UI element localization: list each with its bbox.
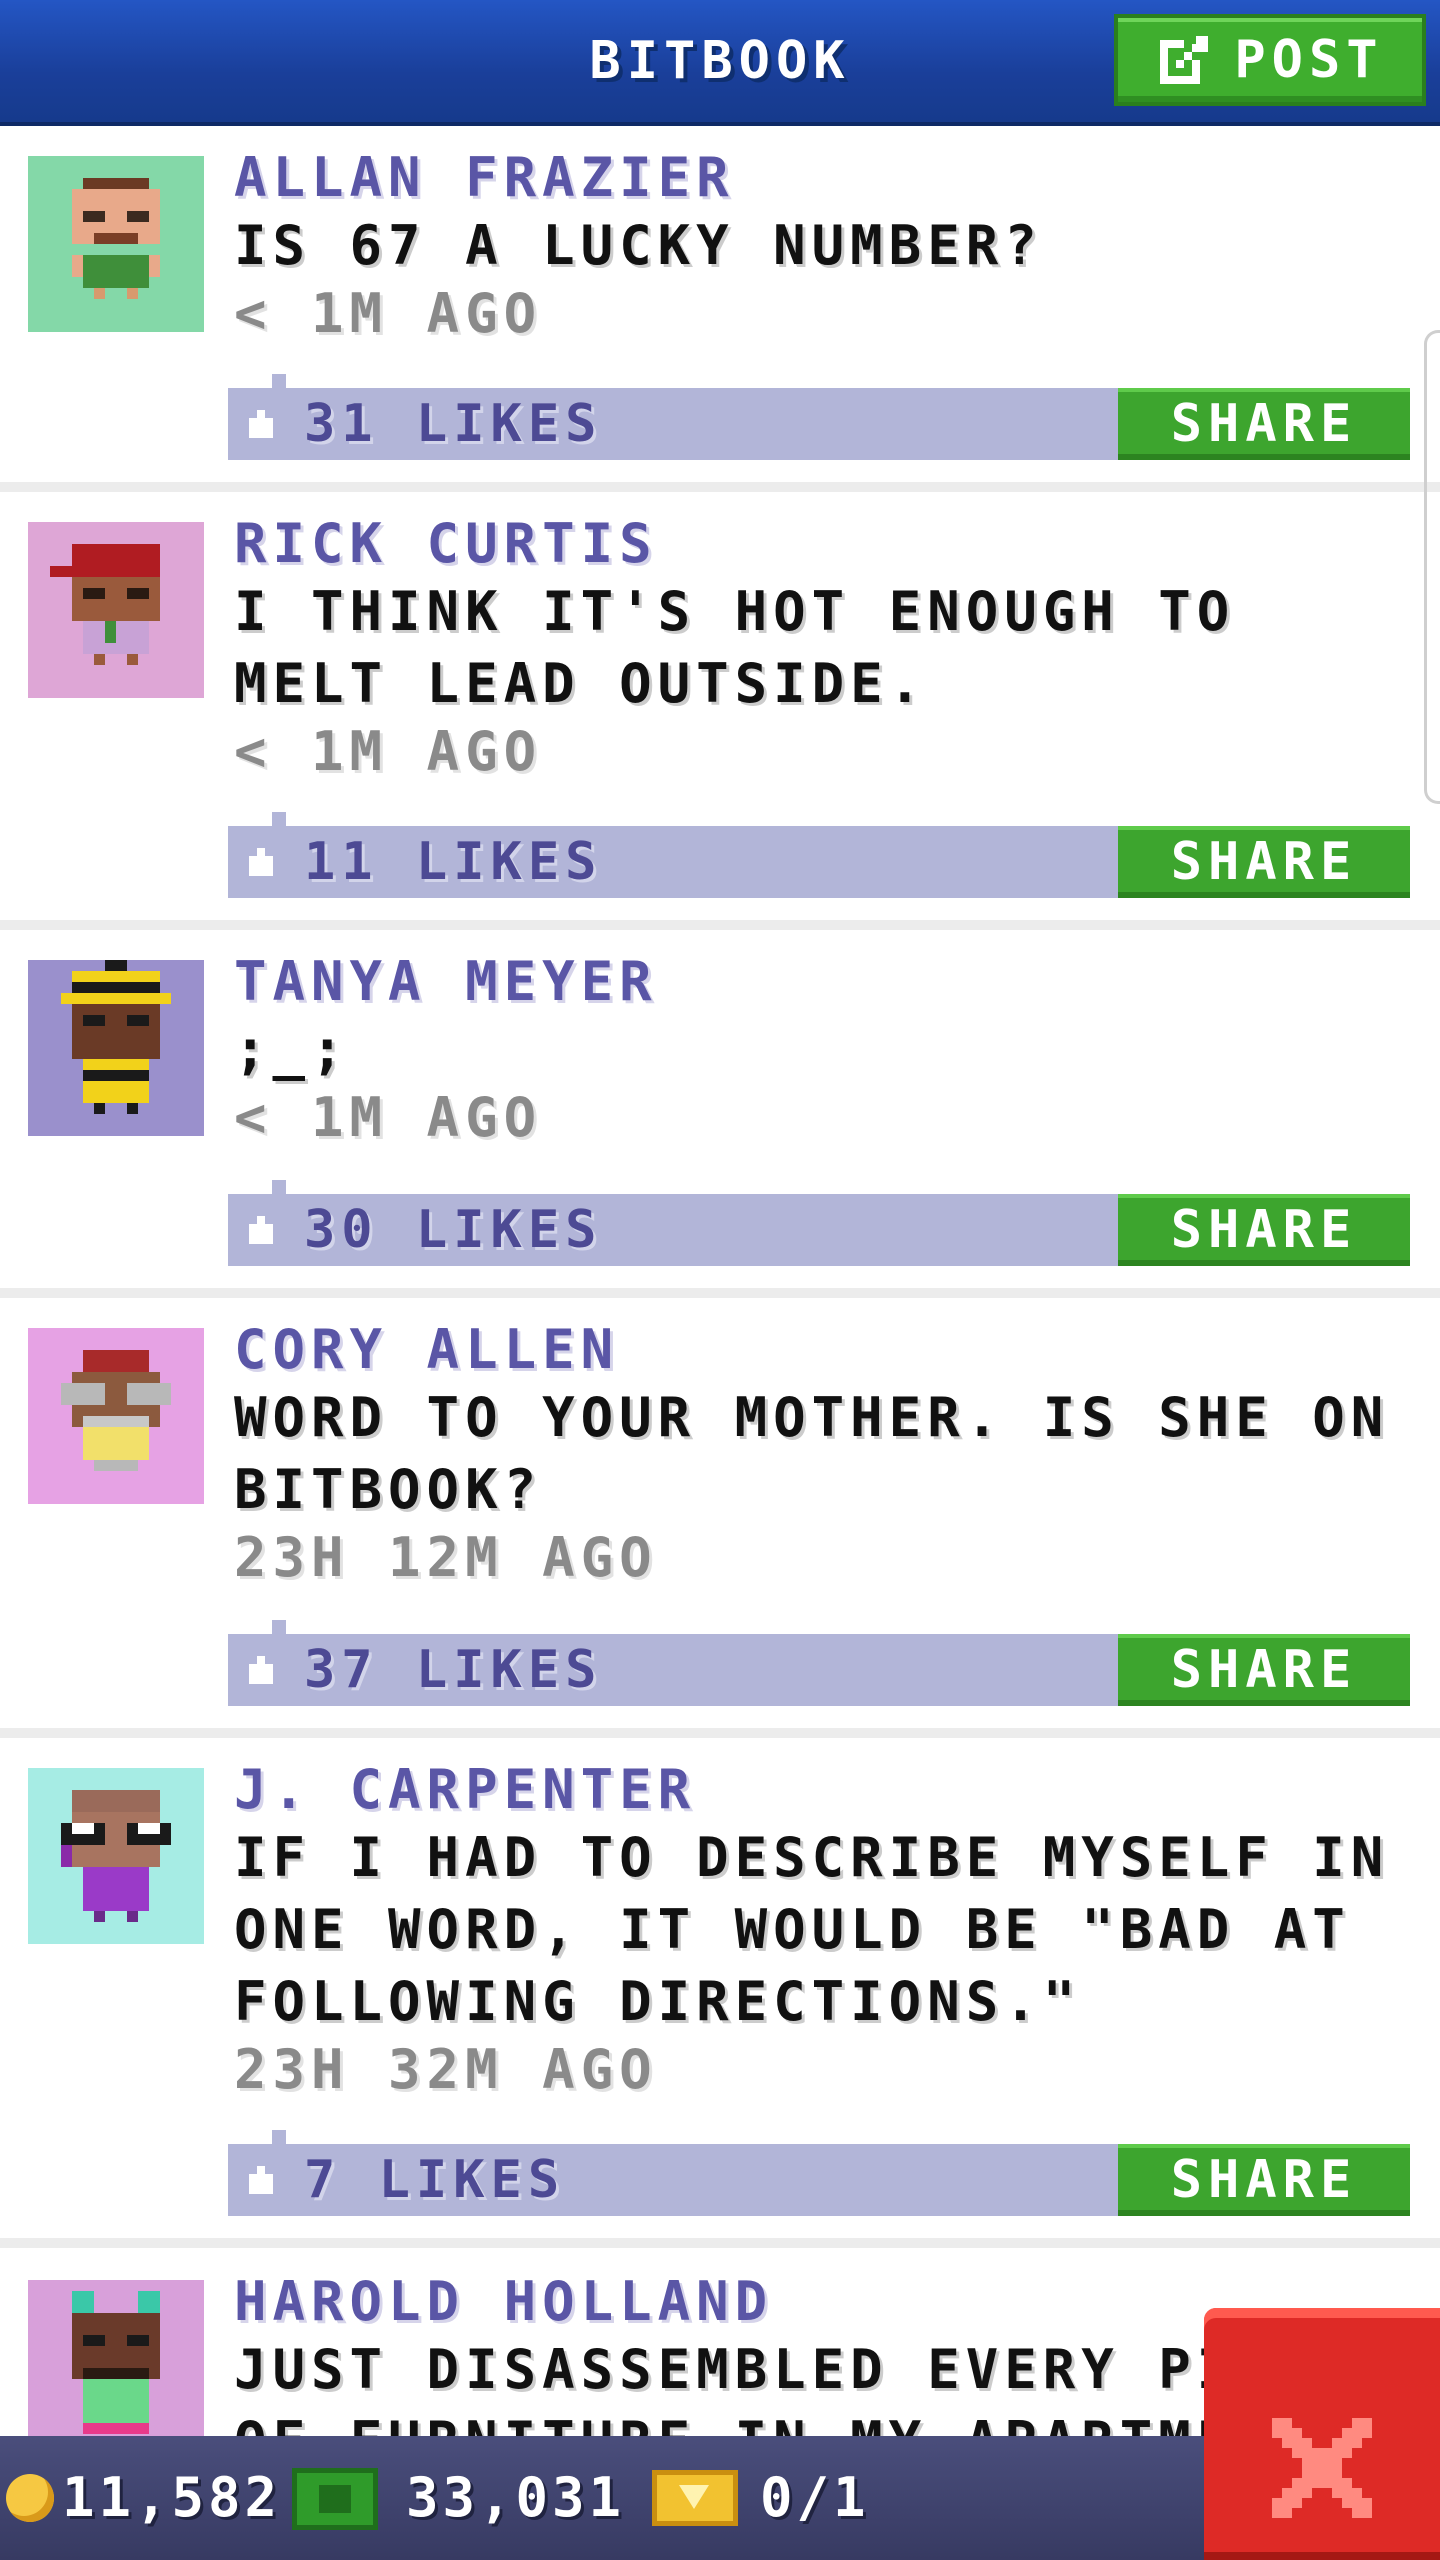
- feed-post: RICK CURTIS I THINK IT'S HOT ENOUGH TO M…: [0, 492, 1440, 930]
- scrollbar[interactable]: [1424, 330, 1440, 804]
- like-bar-tab: [272, 2130, 286, 2144]
- post-feed[interactable]: ALLAN FRAZIER IS 67 A LUCKY NUMBER? < 1M…: [0, 126, 1440, 2436]
- vip-count: 0/1: [760, 2466, 870, 2529]
- avatar[interactable]: [28, 1768, 204, 1944]
- avatar[interactable]: [28, 1328, 204, 1504]
- post-time: < 1M AGO: [234, 1086, 543, 1149]
- compose-icon: [1160, 36, 1209, 84]
- avatar[interactable]: [28, 522, 204, 698]
- coin-icon: [6, 2474, 54, 2522]
- post-message: IF I HAD TO DESCRIBE MYSELF IN ONE WORD,…: [234, 1826, 1390, 2033]
- post-message: IS 67 A LUCKY NUMBER?: [234, 214, 1043, 277]
- avatar[interactable]: [28, 960, 204, 1136]
- post-message: ;_;: [234, 1018, 350, 1081]
- divider: [0, 482, 1440, 492]
- post-message: I THINK IT'S HOT ENOUGH TO MELT LEAD OUT…: [234, 580, 1236, 715]
- bux-count: 33,031: [406, 2466, 626, 2529]
- feed-post: ALLAN FRAZIER IS 67 A LUCKY NUMBER? < 1M…: [0, 126, 1440, 492]
- post-author[interactable]: ALLAN FRAZIER: [234, 146, 735, 209]
- likes-count: 11 LIKES: [304, 832, 603, 892]
- divider: [0, 1728, 1440, 1738]
- avatar[interactable]: [28, 2280, 204, 2436]
- post-time: 23H 32M AGO: [234, 2038, 658, 2101]
- divider: [0, 920, 1440, 930]
- post-time: 23H 12M AGO: [234, 1526, 658, 1589]
- post-author[interactable]: HAROLD HOLLAND: [234, 2270, 773, 2333]
- coins-count: 11,582: [62, 2466, 282, 2529]
- feed-post: J. CARPENTER IF I HAD TO DESCRIBE MYSELF…: [0, 1738, 1440, 2250]
- likes-count: 30 LIKES: [304, 1200, 603, 1260]
- close-icon: [1272, 2418, 1372, 2518]
- top-bar: BITBOOK POST: [0, 0, 1440, 126]
- share-button[interactable]: SHARE: [1118, 1194, 1410, 1266]
- close-button[interactable]: [1204, 2308, 1440, 2560]
- share-button[interactable]: SHARE: [1118, 826, 1410, 898]
- like-bar[interactable]: 7 LIKES SHARE: [228, 2130, 1410, 2216]
- thumbs-up-icon: [249, 1216, 273, 1244]
- likes-count: 7 LIKES: [304, 2150, 566, 2210]
- likes-count: 31 LIKES: [304, 394, 603, 454]
- like-bar-tab: [272, 812, 286, 826]
- feed-post: TANYA MEYER ;_; < 1M AGO 30 LIKES SHARE: [0, 930, 1440, 1298]
- feed-post: CORY ALLEN WORD TO YOUR MOTHER. IS SHE O…: [0, 1298, 1440, 1738]
- like-bar-tab: [272, 374, 286, 388]
- like-bar[interactable]: 37 LIKES SHARE: [228, 1620, 1410, 1706]
- like-bar[interactable]: 11 LIKES SHARE: [228, 812, 1410, 898]
- share-button[interactable]: SHARE: [1118, 1634, 1410, 1706]
- divider: [0, 1288, 1440, 1298]
- share-button[interactable]: SHARE: [1118, 388, 1410, 460]
- share-button[interactable]: SHARE: [1118, 2144, 1410, 2216]
- post-author[interactable]: TANYA MEYER: [234, 950, 658, 1013]
- divider: [0, 2238, 1440, 2248]
- thumbs-up-icon: [249, 1656, 273, 1684]
- post-author[interactable]: J. CARPENTER: [234, 1758, 696, 1821]
- post-button-label: POST: [1234, 30, 1384, 90]
- post-message: WORD TO YOUR MOTHER. IS SHE ON BITBOOK?: [234, 1386, 1390, 1521]
- post-button[interactable]: POST: [1114, 14, 1426, 106]
- likes-count: 37 LIKES: [304, 1640, 603, 1700]
- post-author[interactable]: RICK CURTIS: [234, 512, 658, 575]
- avatar[interactable]: [28, 156, 204, 332]
- vip-ticket-icon[interactable]: [652, 2470, 738, 2526]
- bux-icon[interactable]: [292, 2468, 378, 2530]
- like-bar[interactable]: 31 LIKES SHARE: [228, 374, 1410, 460]
- post-time: < 1M AGO: [234, 720, 543, 783]
- like-bar-tab: [272, 1620, 286, 1634]
- post-author[interactable]: CORY ALLEN: [234, 1318, 619, 1381]
- thumbs-up-icon: [249, 848, 273, 876]
- post-time: < 1M AGO: [234, 282, 543, 345]
- like-bar[interactable]: 30 LIKES SHARE: [228, 1180, 1410, 1266]
- thumbs-up-icon: [249, 2166, 273, 2194]
- thumbs-up-icon: [249, 410, 273, 438]
- like-bar-tab: [272, 1180, 286, 1194]
